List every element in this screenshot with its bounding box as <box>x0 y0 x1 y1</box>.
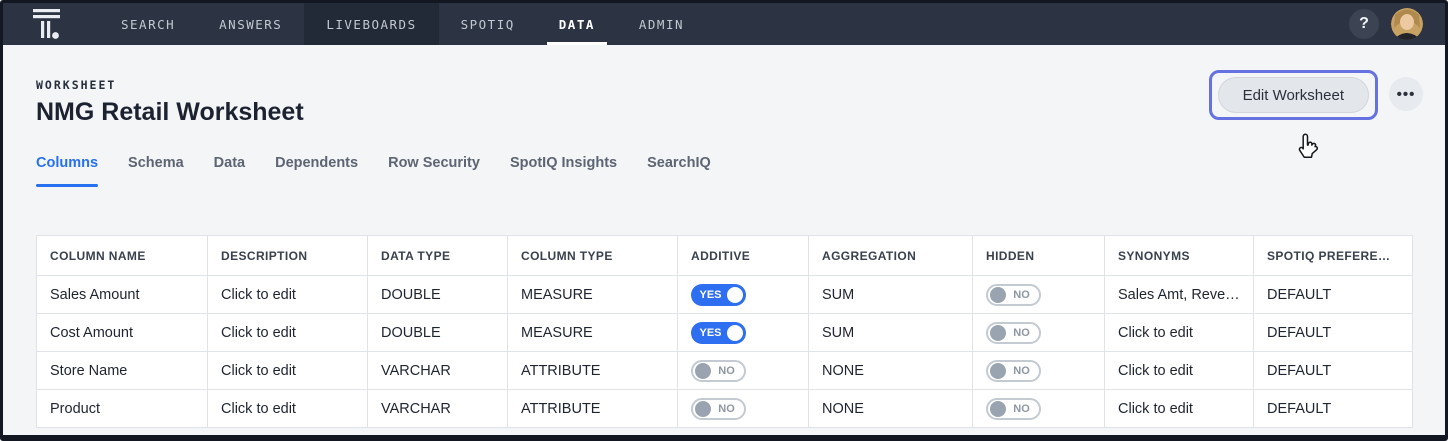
hidden-toggle[interactable]: NO <box>986 398 1041 420</box>
header-additive: ADDITIVE <box>678 236 809 276</box>
header-column-type: COLUMN TYPE <box>508 236 678 276</box>
thoughtspot-logo[interactable] <box>3 3 99 45</box>
cell-column-type[interactable]: MEASURE <box>508 314 678 352</box>
cell-data-type[interactable]: DOUBLE <box>368 314 508 352</box>
additive-toggle[interactable]: YES <box>691 284 746 306</box>
header-description: DESCRIPTION <box>208 236 368 276</box>
cell-column-name[interactable]: Cost Amount <box>37 314 208 352</box>
table-header-row: COLUMN NAME DESCRIPTION DATA TYPE COLUMN… <box>37 236 1413 276</box>
header-spotiq-preference: SPOTIQ PREFERENCE <box>1254 236 1413 276</box>
toggle-knob <box>990 325 1006 341</box>
cell-data-type[interactable]: DOUBLE <box>368 276 508 314</box>
cell-description[interactable]: Click to edit <box>208 314 368 352</box>
nav-item-search[interactable]: SEARCH <box>99 3 197 45</box>
cell-column-name[interactable]: Sales Amount <box>37 276 208 314</box>
cell-description[interactable]: Click to edit <box>208 352 368 390</box>
tab-dependents[interactable]: Dependents <box>275 155 358 187</box>
tab-data[interactable]: Data <box>214 155 245 187</box>
table-row: Cost Amount Click to edit DOUBLE MEASURE… <box>37 314 1413 352</box>
nav-item-spotiq[interactable]: SPOTIQ <box>439 3 537 45</box>
toggle-label: NO <box>1006 365 1037 377</box>
toggle-knob <box>695 363 711 379</box>
header-aggregation: AGGREGATION <box>809 236 973 276</box>
hand-cursor-icon <box>1296 133 1322 161</box>
cell-synonyms[interactable]: Click to edit <box>1105 314 1254 352</box>
cell-synonyms[interactable]: Click to edit <box>1105 352 1254 390</box>
tab-spotiq-insights[interactable]: SpotIQ Insights <box>510 155 617 187</box>
edit-button-highlight-outline: Edit Worksheet <box>1209 70 1378 120</box>
cell-description[interactable]: Click to edit <box>208 276 368 314</box>
hidden-toggle[interactable]: NO <box>986 360 1041 382</box>
toggle-label: NO <box>1006 403 1037 415</box>
toggle-knob <box>727 287 743 303</box>
cell-synonyms[interactable]: Click to edit <box>1105 390 1254 428</box>
cell-synonyms[interactable]: Sales Amt, Reve… <box>1105 276 1254 314</box>
tab-row-security[interactable]: Row Security <box>388 155 480 187</box>
cell-aggregation[interactable]: SUM <box>809 314 973 352</box>
cell-spotiq-preference[interactable]: DEFAULT <box>1254 314 1413 352</box>
cell-column-name[interactable]: Store Name <box>37 352 208 390</box>
thoughtspot-logo-icon <box>33 9 60 40</box>
nav-item-liveboards[interactable]: LIVEBOARDS <box>304 3 438 45</box>
header-hidden: HIDDEN <box>973 236 1105 276</box>
header-data-type: DATA TYPE <box>368 236 508 276</box>
nav-item-admin[interactable]: ADMIN <box>617 3 706 45</box>
worksheet-eyebrow-label: WORKSHEET <box>36 78 116 92</box>
toggle-knob <box>695 401 711 417</box>
table-row: Sales Amount Click to edit DOUBLE MEASUR… <box>37 276 1413 314</box>
toggle-label: YES <box>694 327 727 339</box>
cell-data-type[interactable]: VARCHAR <box>368 352 508 390</box>
top-navbar: SEARCH ANSWERS LIVEBOARDS SPOTIQ DATA AD… <box>3 3 1445 45</box>
hidden-toggle[interactable]: NO <box>986 322 1041 344</box>
toggle-label: NO <box>1006 289 1037 301</box>
help-button[interactable]: ? <box>1349 9 1379 39</box>
toggle-label: NO <box>711 365 742 377</box>
header-synonyms: SYNONYMS <box>1105 236 1254 276</box>
additive-toggle[interactable]: NO <box>691 398 746 420</box>
toggle-knob <box>990 401 1006 417</box>
edit-worksheet-button[interactable]: Edit Worksheet <box>1218 77 1369 113</box>
toggle-knob <box>990 287 1006 303</box>
page-content: WORKSHEET NMG Retail Worksheet Edit Work… <box>3 45 1445 435</box>
cell-column-type[interactable]: ATTRIBUTE <box>508 352 678 390</box>
page-title: NMG Retail Worksheet <box>36 98 304 127</box>
nav-item-data[interactable]: DATA <box>537 3 617 45</box>
toggle-label: YES <box>694 289 727 301</box>
nav-item-answers[interactable]: ANSWERS <box>197 3 304 45</box>
cell-aggregation[interactable]: SUM <box>809 276 973 314</box>
cell-description[interactable]: Click to edit <box>208 390 368 428</box>
additive-toggle[interactable]: NO <box>691 360 746 382</box>
worksheet-tabs: Columns Schema Data Dependents Row Secur… <box>36 155 711 187</box>
cell-aggregation[interactable]: NONE <box>809 352 973 390</box>
app-window: SEARCH ANSWERS LIVEBOARDS SPOTIQ DATA AD… <box>0 0 1448 441</box>
cell-column-type[interactable]: MEASURE <box>508 276 678 314</box>
tab-searchiq[interactable]: SearchIQ <box>647 155 711 187</box>
toggle-knob <box>990 363 1006 379</box>
cell-column-type[interactable]: ATTRIBUTE <box>508 390 678 428</box>
cell-spotiq-preference[interactable]: DEFAULT <box>1254 390 1413 428</box>
navbar-right: ? <box>1349 3 1445 45</box>
avatar-image <box>1391 8 1423 40</box>
additive-toggle[interactable]: YES <box>691 322 746 344</box>
tab-columns[interactable]: Columns <box>36 155 98 187</box>
cell-aggregation[interactable]: NONE <box>809 390 973 428</box>
tab-schema[interactable]: Schema <box>128 155 184 187</box>
main-menu: SEARCH ANSWERS LIVEBOARDS SPOTIQ DATA AD… <box>99 3 706 45</box>
user-avatar[interactable] <box>1391 8 1423 40</box>
cell-spotiq-preference[interactable]: DEFAULT <box>1254 276 1413 314</box>
toggle-label: NO <box>711 403 742 415</box>
toggle-label: NO <box>1006 327 1037 339</box>
cell-column-name[interactable]: Product <box>37 390 208 428</box>
columns-table: COLUMN NAME DESCRIPTION DATA TYPE COLUMN… <box>36 235 1413 428</box>
table-row: Store Name Click to edit VARCHAR ATTRIBU… <box>37 352 1413 390</box>
hidden-toggle[interactable]: NO <box>986 284 1041 306</box>
header-column-name: COLUMN NAME <box>37 236 208 276</box>
more-options-button[interactable]: ••• <box>1389 77 1423 111</box>
table-row: Product Click to edit VARCHAR ATTRIBUTE … <box>37 390 1413 428</box>
cell-data-type[interactable]: VARCHAR <box>368 390 508 428</box>
toggle-knob <box>727 325 743 341</box>
cell-spotiq-preference[interactable]: DEFAULT <box>1254 352 1413 390</box>
